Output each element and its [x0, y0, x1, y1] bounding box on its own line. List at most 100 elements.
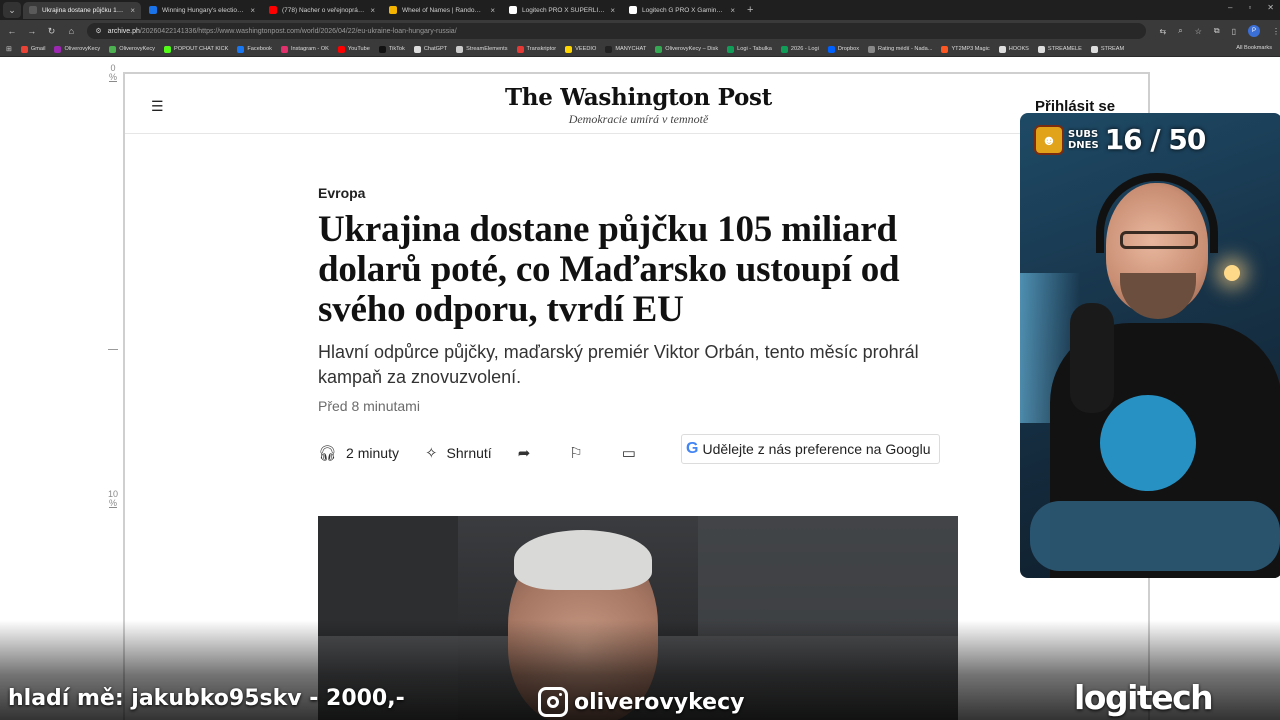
bookmark-label: HOOKS — [1008, 46, 1029, 52]
apps-grid-icon[interactable]: ⊞ — [6, 45, 12, 53]
google-icon: G — [686, 440, 699, 457]
browser-tab-bar: ⌄ Ukrajina dostane půjčku 105 m × Winning … — [0, 0, 1280, 20]
bookmark-item[interactable]: STREAM — [1090, 45, 1124, 53]
article-timestamp: Před 8 minutami — [318, 398, 420, 414]
new-tab-button[interactable]: + — [747, 4, 753, 16]
scroll-mark-10[interactable]: 10 % — [104, 490, 122, 508]
site-info-icon[interactable]: ⚙ — [95, 27, 101, 35]
instagram-handle: oliverovykecy — [574, 689, 745, 715]
url-path: /20260422141336/https://www.washingtonpo… — [139, 27, 457, 35]
tab-favicon-icon — [629, 6, 637, 14]
tab-title: Logitech PRO X SUPERLIGHT 2 — [522, 6, 606, 14]
bookmark-item[interactable]: 2026 - Logi — [780, 45, 819, 53]
url-host: archive.ph — [107, 27, 140, 35]
bookmark-label: VEEDIO — [575, 46, 597, 52]
bookmark-item[interactable]: StreamElements — [456, 45, 508, 53]
article-headline: Ukrajina dostane půjčku 105 miliard dola… — [318, 209, 900, 330]
minimize-icon[interactable]: – — [1228, 3, 1232, 12]
bookmark-favicon-icon — [163, 45, 171, 53]
bookmark-item[interactable]: Dropbox — [827, 45, 859, 53]
bookmark-favicon-icon — [727, 45, 735, 53]
tab-close-icon[interactable]: × — [730, 6, 735, 15]
listen-duration: 2 minuty — [346, 445, 399, 461]
maximize-icon[interactable]: ▫ — [1248, 3, 1251, 12]
bookmark-label: OliverovyKecy — [119, 46, 155, 52]
menu-kebab-icon[interactable]: ⋮ — [1272, 27, 1280, 36]
bookmark-item[interactable]: Gmail — [20, 45, 45, 53]
tab-favicon-icon — [269, 6, 277, 14]
reload-icon[interactable]: ↻ — [44, 26, 60, 37]
bookmark-item[interactable]: OliverovyKecy — [54, 45, 101, 53]
bookmark-item[interactable]: Logi - Tabulka — [727, 45, 772, 53]
bookmark-label: POPOUT CHAT KICK — [173, 46, 229, 52]
bookmark-item[interactable]: YT2MP3 Magic — [941, 45, 990, 53]
bookmark-item[interactable]: POPOUT CHAT KICK — [163, 45, 229, 53]
mascot-icon: ☻ — [1034, 124, 1064, 155]
bookmark-favicon-icon — [605, 45, 613, 53]
site-logo[interactable]: The Washington Post — [125, 84, 1148, 111]
bookmark-favicon-icon — [20, 45, 28, 53]
bookmark-item[interactable]: VEEDIO — [565, 45, 597, 53]
chevron-down-icon: ⌄ — [8, 4, 16, 15]
star-icon[interactable]: ☆ — [1195, 27, 1202, 36]
tab-search-button[interactable]: ⌄ — [3, 2, 21, 18]
close-window-icon[interactable]: ✕ — [1267, 3, 1274, 12]
browser-tab[interactable]: Logitech G PRO X Gaming Hea × — [623, 2, 741, 19]
browser-tab[interactable]: Ukrajina dostane půjčku 105 m × — [23, 1, 141, 19]
extensions-icon[interactable]: ⧉ — [1214, 26, 1220, 36]
tab-favicon-icon — [29, 6, 37, 14]
address-bar[interactable]: ⚙ archive.ph/20260422141336/https://www.… — [87, 23, 1146, 39]
bookmark-item[interactable]: TikTok — [378, 45, 405, 53]
headphones-icon: 🎧︎ — [318, 445, 338, 462]
bookmark-item[interactable]: YouTube — [337, 45, 370, 53]
bookmark-favicon-icon — [337, 45, 345, 53]
bookmark-label: OliverovyKecy — [64, 46, 101, 52]
browser-tab[interactable]: Logitech PRO X SUPERLIGHT 2 × — [503, 2, 621, 19]
comments-button[interactable]: ▭ — [622, 444, 645, 462]
tab-close-icon[interactable]: × — [370, 6, 375, 15]
share-button[interactable]: ➦ — [518, 444, 540, 462]
bookmark-item[interactable]: Transkriptor — [516, 45, 556, 53]
tab-close-icon[interactable]: × — [250, 6, 255, 15]
save-button[interactable]: ⚐ — [569, 444, 591, 462]
bookmark-favicon-icon — [280, 45, 288, 53]
all-bookmarks-link[interactable]: All Bookmarks — [1236, 45, 1272, 51]
bookmark-favicon-icon — [109, 45, 117, 53]
bookmark-favicon-icon — [54, 45, 62, 53]
scroll-tick — [108, 349, 118, 350]
google-preference-button[interactable]: G Udělejte z nás preference na Googlu — [681, 434, 940, 464]
section-kicker[interactable]: Evropa — [318, 185, 365, 201]
bookmark-item[interactable]: OliverovyKecy – Disk — [655, 45, 718, 53]
zoom-icon[interactable]: ⌕ — [1178, 26, 1182, 36]
browser-tab[interactable]: Winning Hungary's election ha × — [143, 2, 261, 19]
bookmark-item[interactable]: MANYCHAT — [605, 45, 646, 53]
bookmark-item[interactable]: STREAMELE — [1037, 45, 1082, 53]
summary-button[interactable]: ✧ Shrnutí — [425, 444, 492, 462]
cam-headphones — [1096, 173, 1218, 253]
bookmark-item[interactable]: HOOKS — [998, 45, 1029, 53]
listen-button[interactable]: 🎧︎ 2 minuty — [318, 444, 399, 462]
browser-tab[interactable]: (778) Nacher o veřejnoprávních × — [263, 2, 381, 19]
tab-close-icon[interactable]: × — [130, 6, 135, 15]
translate-icon[interactable]: ⇆ — [1160, 27, 1167, 36]
browser-tab[interactable]: Wheel of Names | Random nam × — [383, 2, 501, 19]
bookmark-item[interactable]: Rating médií - Nada... — [868, 45, 932, 53]
cam-person-beard — [1120, 273, 1196, 319]
sidebar-icon[interactable]: ▯ — [1232, 27, 1236, 36]
toolbar-icons: ⇆ ⌕ ☆ ⧉ ▯ P ⋮ — [1160, 25, 1280, 37]
profile-avatar[interactable]: P — [1248, 25, 1261, 37]
bookmark-item[interactable]: Facebook — [237, 45, 272, 53]
back-icon[interactable]: ← — [4, 26, 20, 36]
scroll-mark-0[interactable]: 0 % — [104, 64, 122, 82]
bookmark-item[interactable]: OliverovyKecy — [109, 45, 155, 53]
bookmark-item[interactable]: ChatGPT — [413, 45, 447, 53]
home-icon[interactable]: ⌂ — [63, 26, 79, 36]
bookmark-item[interactable]: Instagram - OK — [280, 45, 329, 53]
forward-icon[interactable]: → — [24, 26, 40, 36]
tab-close-icon[interactable]: × — [610, 6, 615, 15]
tab-close-icon[interactable]: × — [490, 6, 495, 15]
bookmark-favicon-icon — [237, 45, 245, 53]
bookmark-label: 2026 - Logi — [790, 46, 819, 52]
bookmark-label: Facebook — [247, 46, 272, 52]
bookmark-label: Logi - Tabulka — [737, 46, 772, 52]
